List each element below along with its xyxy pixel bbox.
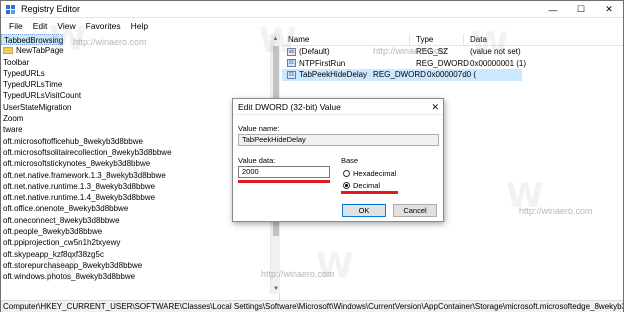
hexadecimal-label: Hexadecimal (353, 169, 397, 178)
menu-favorites[interactable]: Favorites (81, 21, 126, 31)
tree-item-label: Zoom (3, 114, 24, 124)
value-data-label: Value data: (238, 156, 276, 165)
watermark-logo-icon: W (471, 25, 509, 65)
tree-item-label: oft.ppiprojection_cw5n1h2txyewy (3, 238, 121, 248)
highlight-underline (238, 180, 330, 183)
tree-item-label: oft.people_8wekyb3d8bbwe (3, 227, 103, 237)
tree-item-label: UserStateMigration (3, 102, 72, 112)
tree-item-label: tware (3, 125, 23, 135)
hexadecimal-radio[interactable]: Hexadecimal (343, 169, 396, 178)
ok-button[interactable]: OK (342, 204, 386, 217)
value-name-label: Value name: (238, 124, 280, 133)
tree-item[interactable]: TypedURLsTime (1, 79, 279, 90)
tree-item-label: TypedURLs (3, 68, 45, 78)
watermark-logo-icon: W (316, 246, 354, 286)
radio-unchecked-icon[interactable] (343, 170, 350, 177)
watermark-logo-icon: W (259, 21, 297, 61)
scroll-down-icon[interactable]: ▼ (271, 284, 281, 294)
base-label: Base (341, 156, 359, 165)
folder-icon (3, 46, 13, 54)
watermark-logo-icon: W (41, 249, 79, 289)
value-name-cell: 01 TabPeekHideDelay (282, 69, 367, 81)
window-title: Registry Editor (21, 4, 81, 14)
watermark-text: http://winaero.com (519, 206, 593, 216)
status-bar-path: Computer\HKEY_CURRENT_USER\SOFTWARE\Clas… (1, 300, 623, 312)
close-button[interactable]: ✕ (595, 1, 623, 18)
value-row[interactable]: 01 NTPFirstRun REG_DWORD 0x00000001 (1) (282, 58, 623, 70)
binary-value-icon: 01 (287, 70, 296, 79)
maximize-button[interactable]: ☐ (567, 1, 595, 18)
value-name-cell: 01 NTPFirstRun (282, 58, 410, 70)
tree-item-label: oft.microsoftofficehub_8wekyb3d8bbwe (3, 136, 143, 146)
tree-item-label: TypedURLsTime (3, 80, 63, 90)
minimize-button[interactable]: — (539, 1, 567, 18)
edit-dword-dialog: Edit DWORD (32-bit) Value ✕ Value name: … (232, 98, 444, 222)
dialog-close-icon[interactable]: ✕ (431, 99, 439, 115)
menu-file[interactable]: File (4, 21, 28, 31)
column-headers: Name Type Data (282, 34, 623, 46)
tree-item-label: oft.office.onenote_8wekyb3d8bbwe (3, 204, 129, 214)
tree-item-label: TypedURLsVisitCount (3, 91, 82, 101)
watermark-text: http://winaero.com (73, 37, 147, 47)
watermark-logo-icon: W (113, 151, 151, 191)
cancel-button[interactable]: Cancel (393, 204, 437, 217)
highlight-underline (341, 191, 398, 194)
value-row[interactable]: 01 TabPeekHideDelay REG_DWORD 0x000007d0 ( (282, 69, 522, 81)
menu-help[interactable]: Help (126, 21, 153, 31)
dialog-title: Edit DWORD (32-bit) Value (238, 102, 341, 112)
watermark-text: http://winaero.com (261, 269, 335, 279)
tree-item[interactable]: oft.people_8wekyb3d8bbwe (1, 226, 279, 237)
value-type: REG_DWORD (373, 70, 426, 79)
title-bar: Registry Editor — ☐ ✕ (1, 1, 623, 18)
value-data: 0x000007d0 ( (427, 70, 476, 79)
column-header-type[interactable]: Type (410, 34, 464, 45)
menu-bar: File Edit View Favorites Help (1, 18, 623, 34)
tree-item[interactable]: Toolbar (1, 57, 279, 68)
tree-item-label: Toolbar (3, 57, 30, 67)
radio-checked-icon[interactable] (343, 182, 350, 189)
tree-item[interactable]: TypedURLs (1, 68, 279, 79)
tree-item[interactable]: oft.ppiprojection_cw5n1h2txyewy (1, 237, 279, 248)
value-name: (Default) (299, 47, 330, 56)
value-name: NTPFirstRun (299, 58, 346, 68)
window-controls: — ☐ ✕ (539, 1, 623, 18)
decimal-radio[interactable]: Decimal (343, 181, 380, 190)
value-name-field: TabPeekHideDelay (238, 134, 439, 146)
dialog-title-bar: Edit DWORD (32-bit) Value ✕ (233, 99, 443, 115)
value-data-input[interactable]: 2000 (238, 166, 330, 178)
tree-item-label: oft.oneconnect_8wekyb3d8bbwe (3, 215, 120, 225)
decimal-label: Decimal (353, 181, 381, 190)
registry-editor-icon (6, 5, 16, 15)
column-header-name[interactable]: Name (282, 34, 410, 45)
tree-item-label: oft.net.native.runtime.1.4_8wekyb3d8bbwe (3, 193, 156, 203)
watermark-text: http://winaero.com (373, 46, 447, 56)
value-name: TabPeekHideDelay (299, 70, 368, 79)
value-type: REG_DWORD (416, 58, 469, 68)
value-row[interactable]: ab (Default) REG_SZ (value not set) (282, 46, 623, 58)
